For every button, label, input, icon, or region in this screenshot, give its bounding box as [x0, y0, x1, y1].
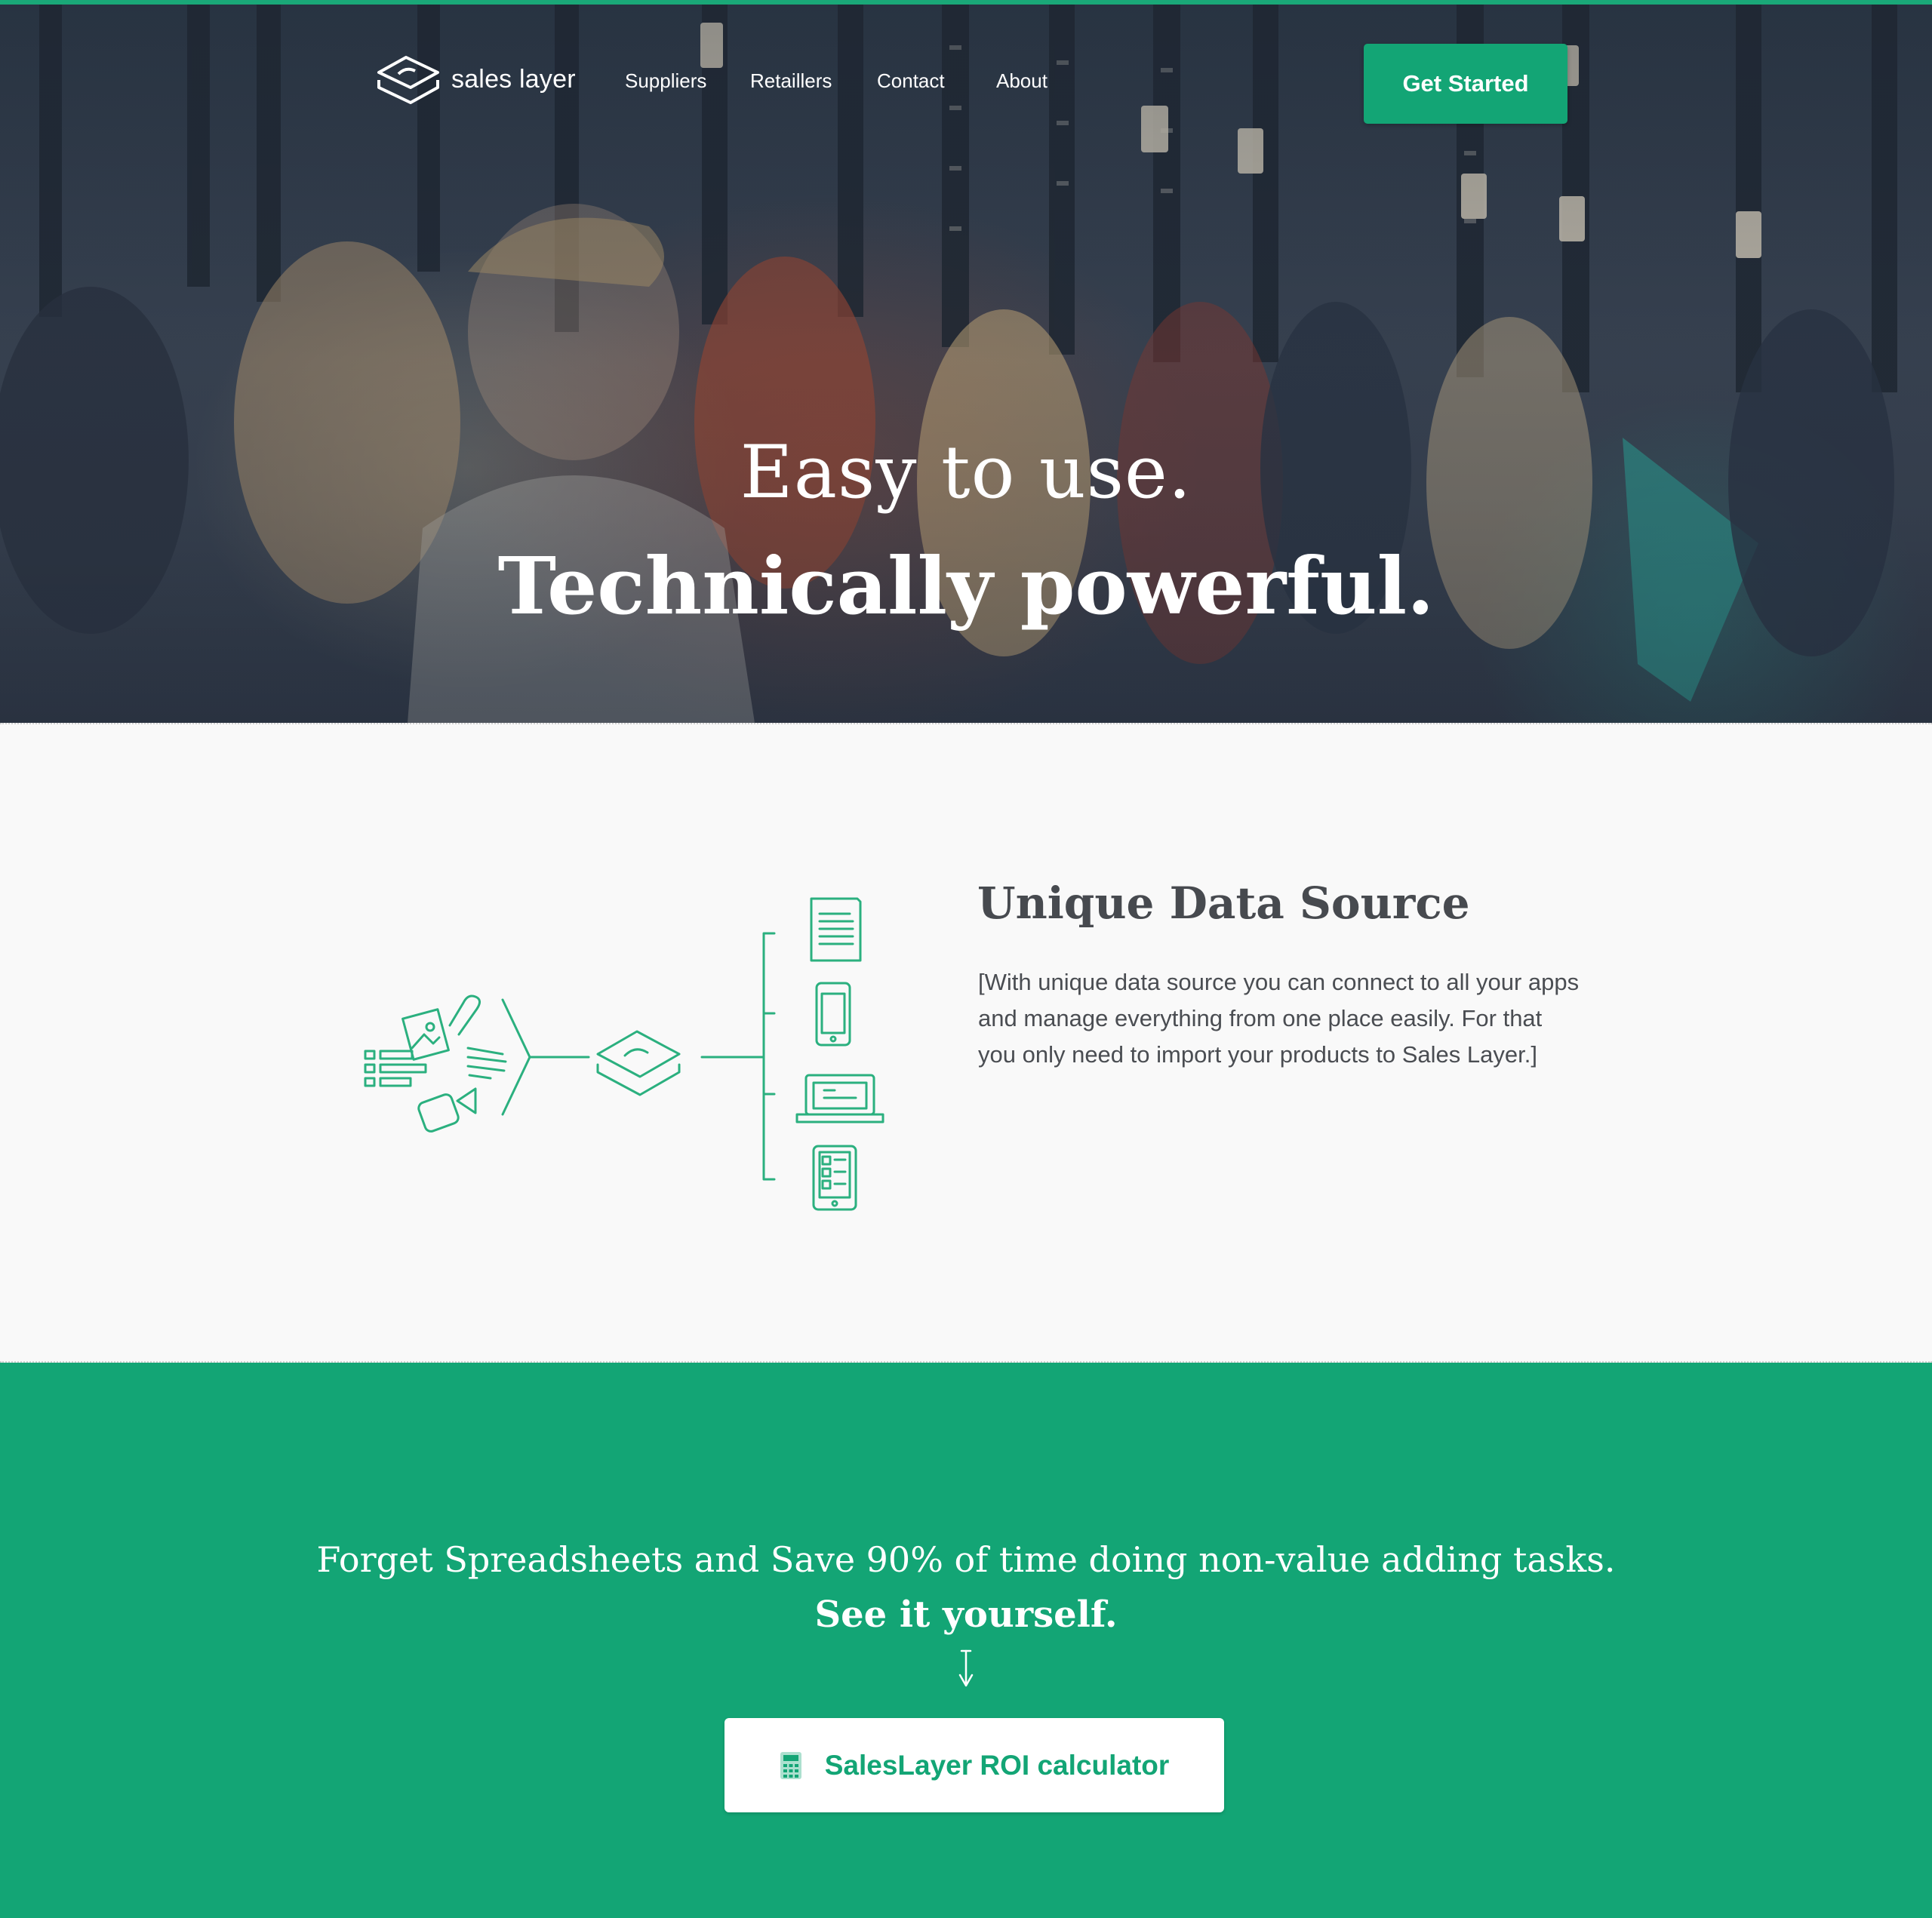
- get-started-button[interactable]: Get Started: [1364, 44, 1567, 124]
- promo-headline: Forget Spreadsheets and Save 90% of time…: [316, 1539, 1616, 1580]
- laptop-icon: [795, 1074, 884, 1123]
- roi-calculator-label: SalesLayer ROI calculator: [824, 1749, 1170, 1781]
- nav-link-retaillers[interactable]: Retaillers: [750, 69, 832, 93]
- video-camera-icon: [417, 1087, 477, 1133]
- top-accent-bar: [0, 0, 1932, 5]
- nav-link-about[interactable]: About: [996, 69, 1048, 93]
- sales-layer-logo-icon: [377, 56, 439, 104]
- unique-data-source-section: [0, 723, 1932, 1363]
- brand-name: sales layer: [451, 64, 576, 94]
- feature-description: [With unique data source you can connect…: [978, 969, 1580, 1068]
- smartphone-icon: [815, 982, 851, 1047]
- brand-logo[interactable]: sales layer: [376, 54, 576, 104]
- top-navigation: sales layer Suppliers Retaillers Contact…: [0, 0, 1932, 136]
- feature-title: Unique Data Source: [977, 878, 1470, 929]
- nav-link-suppliers[interactable]: Suppliers: [625, 69, 706, 93]
- hero-headline-bold: Technically powerful.: [497, 539, 1435, 632]
- roi-calculator-button[interactable]: SalesLayer ROI calculator: [724, 1718, 1224, 1812]
- data-source-diagram: [364, 897, 884, 1211]
- tablet-icon: [812, 1145, 857, 1211]
- roi-promo-section: [0, 1363, 1932, 1918]
- document-list-icon: [364, 1050, 427, 1087]
- nav-link-contact[interactable]: Contact: [877, 69, 945, 93]
- hero-headline-light: Easy to use.: [740, 430, 1192, 515]
- promo-subheadline: See it yourself.: [814, 1594, 1118, 1636]
- document-icon: [810, 897, 862, 962]
- sales-layer-hub-icon: [596, 1030, 681, 1096]
- paperclip-icon: [448, 994, 481, 1036]
- text-lines-icon: [466, 1047, 507, 1080]
- arrow-down-icon: [958, 1649, 974, 1687]
- calculator-icon: [780, 1751, 801, 1779]
